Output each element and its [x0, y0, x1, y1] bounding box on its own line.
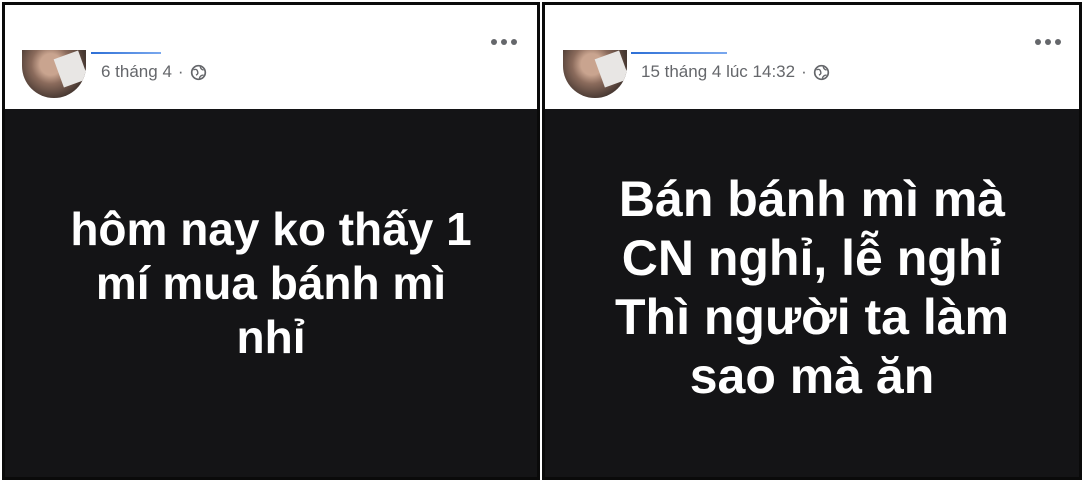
- post-meta: 6 tháng 4 ·: [101, 62, 207, 82]
- post-background: Bán bánh mì mà CN nghỉ, lễ nghỉ Thì ngườ…: [545, 109, 1079, 477]
- avatar[interactable]: [22, 50, 86, 98]
- post-timestamp[interactable]: 6 tháng 4: [101, 62, 172, 82]
- post-background: hôm nay ko thấy 1 mí mua bánh mì nhỉ: [5, 109, 537, 477]
- post-text: hôm nay ko thấy 1 mí mua bánh mì nhỉ: [70, 202, 472, 364]
- post-card-2: 15 tháng 4 lúc 14:32 · Bán bánh mì mà CN…: [542, 2, 1082, 480]
- avatar[interactable]: [563, 50, 627, 98]
- meta-separator: ·: [177, 62, 184, 81]
- post-header: 6 tháng 4 ·: [5, 5, 537, 109]
- globe-icon[interactable]: [813, 64, 830, 81]
- globe-icon[interactable]: [190, 64, 207, 81]
- post-meta: 15 tháng 4 lúc 14:32 ·: [641, 62, 830, 82]
- more-options-icon[interactable]: [1035, 39, 1061, 45]
- post-text: Bán bánh mì mà CN nghỉ, lễ nghỉ Thì ngườ…: [615, 171, 1009, 404]
- author-name-redacted[interactable]: [631, 52, 727, 54]
- meta-separator: ·: [801, 62, 807, 81]
- post-timestamp[interactable]: 15 tháng 4 lúc 14:32: [641, 62, 795, 82]
- post-card-1: 6 tháng 4 · hôm nay ko thấy 1 mí mua bán…: [2, 2, 540, 480]
- post-header: 15 tháng 4 lúc 14:32 ·: [545, 5, 1079, 109]
- author-name-redacted[interactable]: [91, 52, 161, 54]
- more-options-icon[interactable]: [491, 39, 517, 45]
